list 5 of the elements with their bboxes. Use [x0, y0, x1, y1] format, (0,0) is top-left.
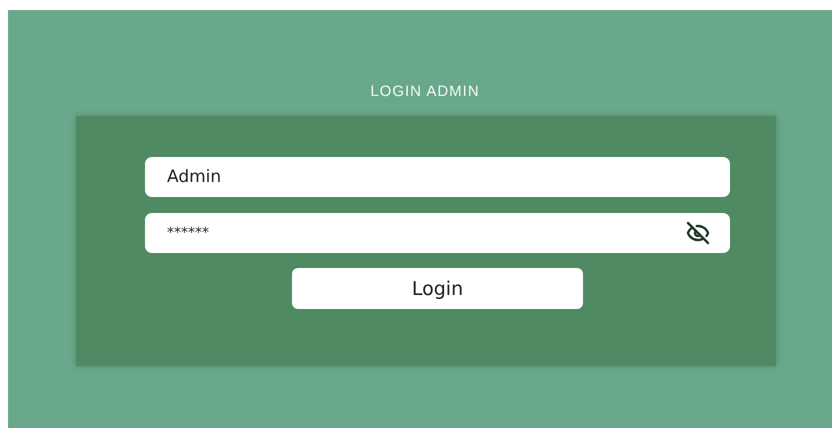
password-field[interactable]: ******	[145, 213, 730, 253]
login-title: LOGIN ADMIN	[370, 82, 480, 102]
login-button[interactable]: Login	[292, 268, 583, 309]
eye-slash-icon[interactable]	[686, 221, 710, 245]
username-field[interactable]: Admin	[145, 157, 730, 197]
